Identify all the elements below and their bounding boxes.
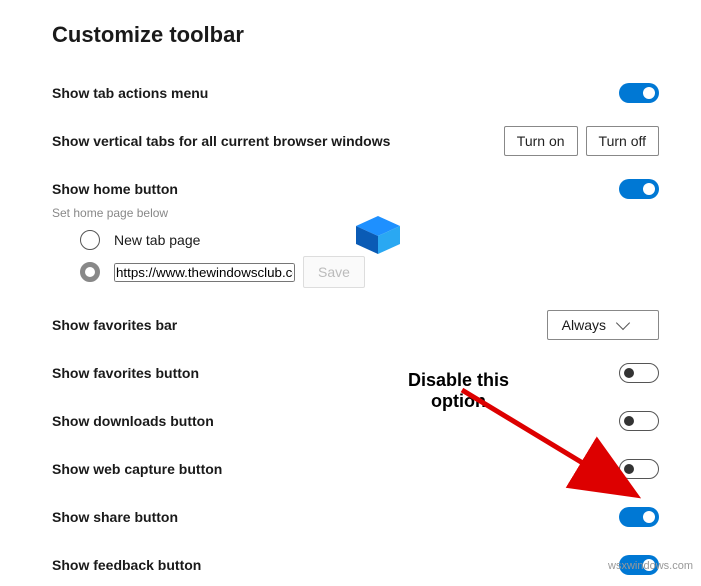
row-favorites-bar: Show favorites bar Always bbox=[52, 304, 659, 346]
toggle-tab-actions[interactable] bbox=[619, 83, 659, 103]
label-vertical-tabs: Show vertical tabs for all current brows… bbox=[52, 133, 390, 149]
home-url-input[interactable] bbox=[114, 263, 295, 282]
radio-row-url: Save bbox=[80, 256, 659, 288]
label-home-button: Show home button bbox=[52, 181, 178, 197]
radio-custom-url[interactable] bbox=[80, 262, 100, 282]
label-feedback: Show feedback button bbox=[52, 557, 201, 573]
page-title: Customize toolbar bbox=[52, 22, 659, 48]
row-web-capture: Show web capture button bbox=[52, 448, 659, 490]
chevron-down-icon bbox=[616, 316, 630, 330]
row-home-button: Show home button bbox=[52, 168, 659, 210]
toggle-favorites-button[interactable] bbox=[619, 363, 659, 383]
toggle-web-capture[interactable] bbox=[619, 459, 659, 479]
save-button: Save bbox=[303, 256, 365, 288]
turn-off-button[interactable]: Turn off bbox=[586, 126, 659, 156]
watermark: wsxwindows.com bbox=[608, 560, 693, 572]
label-new-tab-page: New tab page bbox=[114, 232, 200, 248]
favorites-bar-dropdown[interactable]: Always bbox=[547, 310, 659, 340]
radio-new-tab-page[interactable] bbox=[80, 230, 100, 250]
toggle-share[interactable] bbox=[619, 507, 659, 527]
toggle-home-button[interactable] bbox=[619, 179, 659, 199]
annotation-text: Disable this option bbox=[408, 370, 509, 411]
row-downloads: Show downloads button bbox=[52, 400, 659, 442]
windows-logo-icon bbox=[356, 216, 400, 254]
favorites-bar-dropdown-value: Always bbox=[562, 317, 606, 333]
row-share: Show share button bbox=[52, 496, 659, 538]
label-favorites-button: Show favorites button bbox=[52, 365, 199, 381]
row-vertical-tabs: Show vertical tabs for all current brows… bbox=[52, 120, 659, 162]
label-tab-actions: Show tab actions menu bbox=[52, 85, 208, 101]
turn-on-button[interactable]: Turn on bbox=[504, 126, 578, 156]
label-downloads: Show downloads button bbox=[52, 413, 214, 429]
label-favorites-bar: Show favorites bar bbox=[52, 317, 177, 333]
row-tab-actions: Show tab actions menu bbox=[52, 72, 659, 114]
label-share: Show share button bbox=[52, 509, 178, 525]
row-feedback: Show feedback button bbox=[52, 544, 659, 586]
toggle-downloads[interactable] bbox=[619, 411, 659, 431]
row-favorites-button: Show favorites button bbox=[52, 352, 659, 394]
label-web-capture: Show web capture button bbox=[52, 461, 222, 477]
